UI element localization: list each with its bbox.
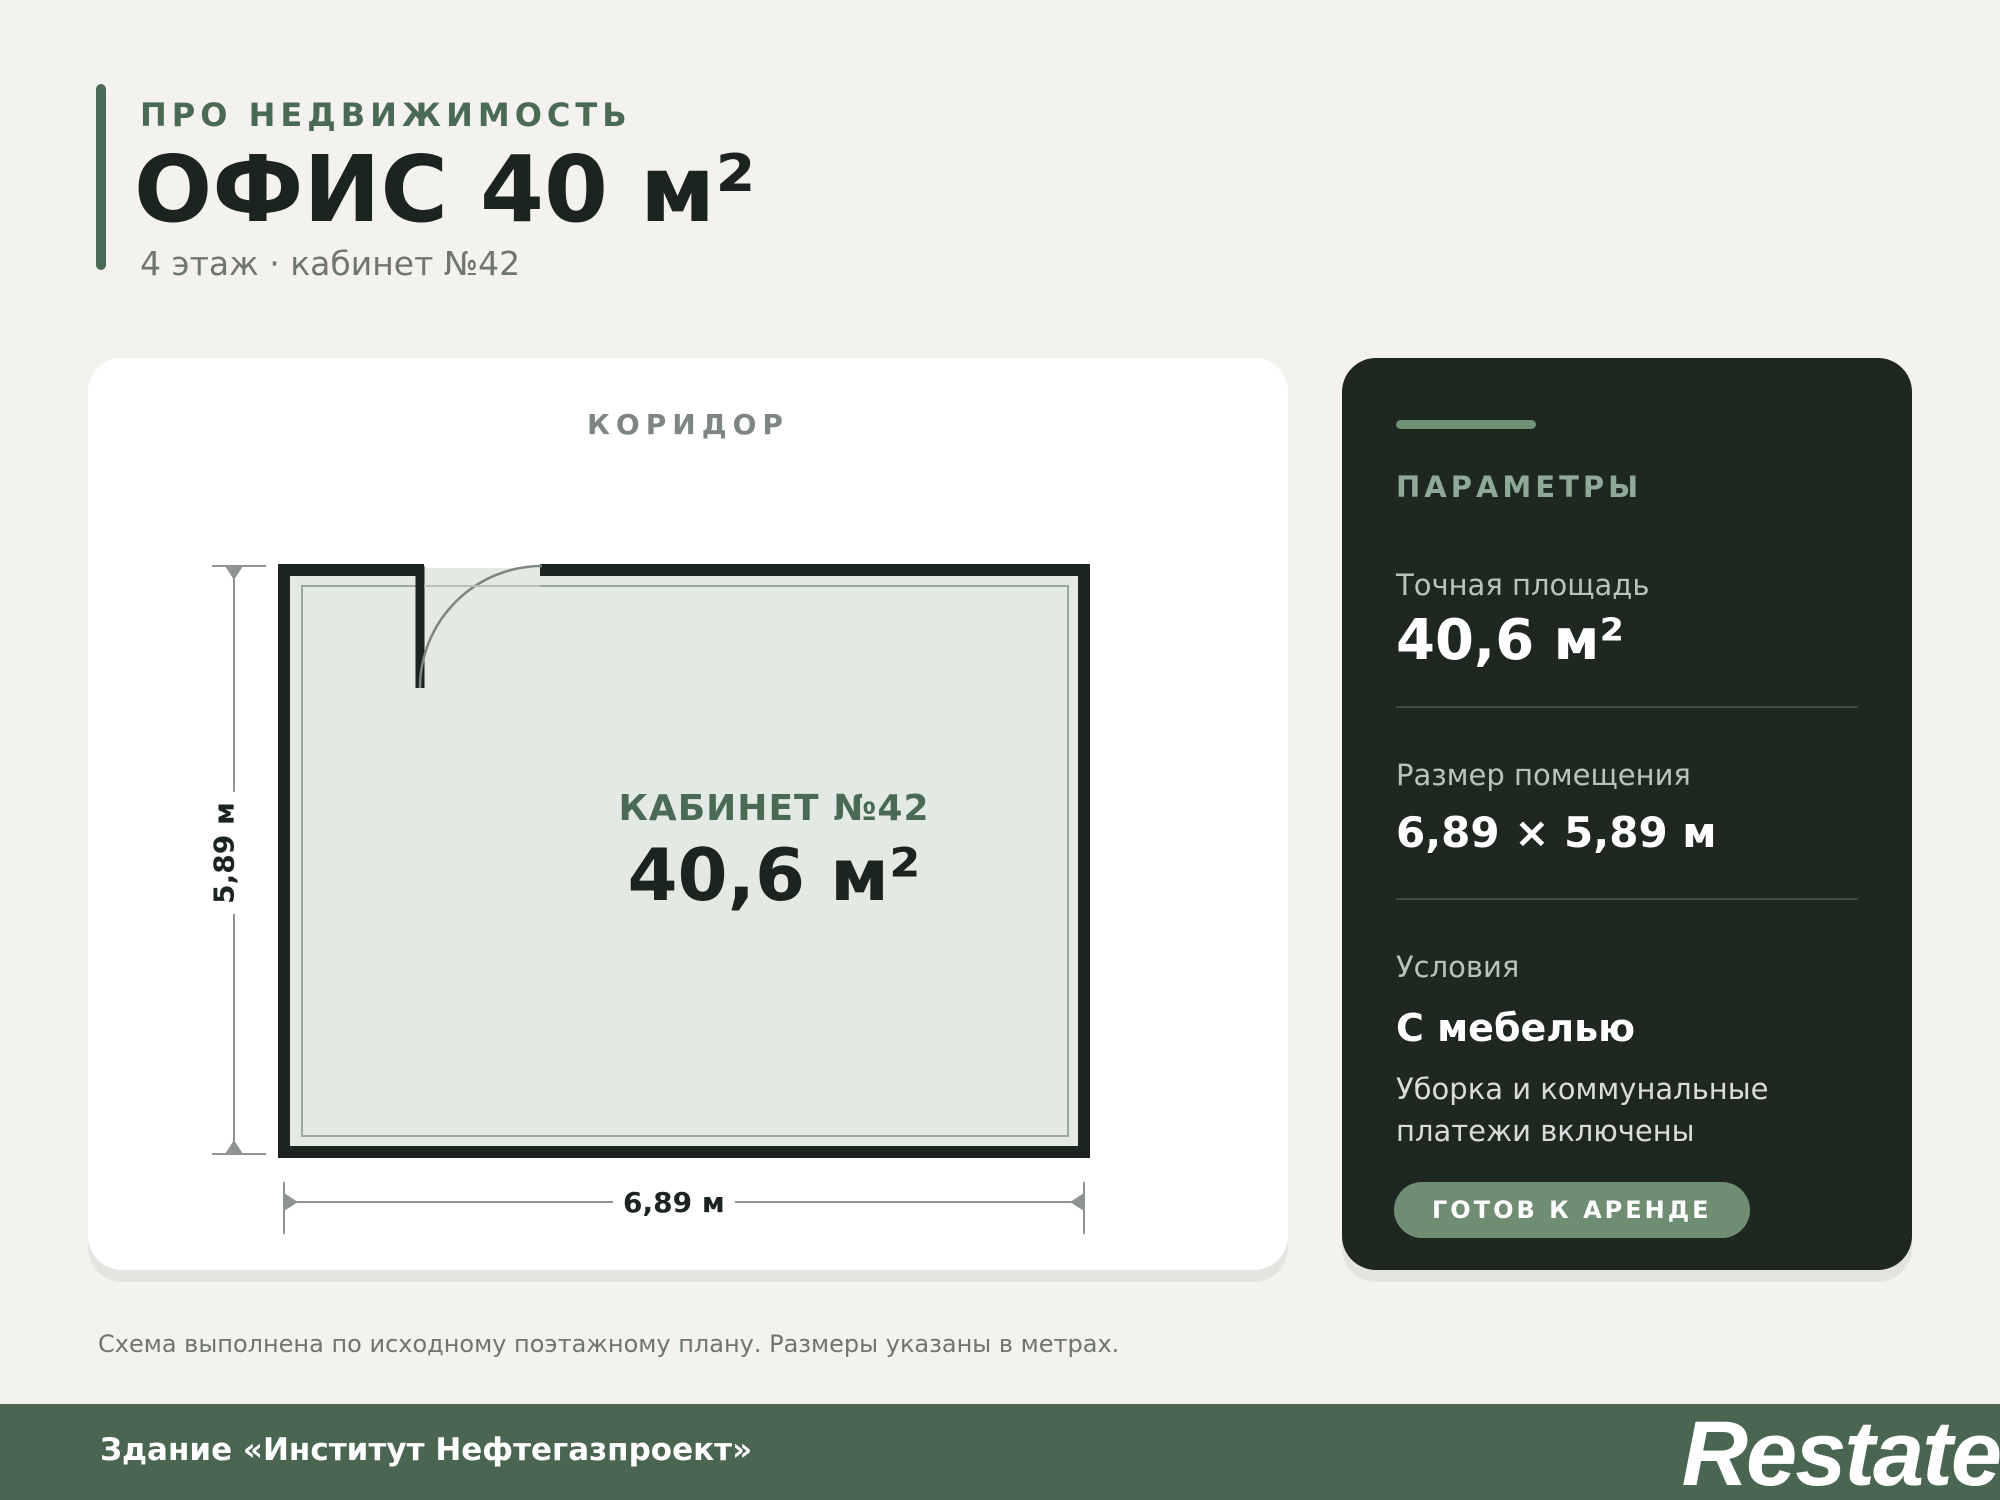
floor-plan-card: КОРИДОР КАБИНЕТ №42 40,6 м² [88,358,1288,1270]
terms-value: С мебелью [1396,1006,1636,1050]
page-title: ОФИС 40 м² [134,136,756,243]
size-label: Размер помещения [1396,758,1691,792]
brand-logo: Restate [1681,1403,2000,1500]
area-label: Точная площадь [1396,568,1650,602]
width-dimension-label: 6,89 м [613,1186,735,1219]
plan-footnote: Схема выполнена по исходному поэтажному … [98,1330,1120,1358]
status-badge: ГОТОВ К АРЕНДЕ [1394,1182,1750,1238]
terms-note: Уборка и коммунальные платежи включены [1396,1072,1769,1148]
size-value: 6,89 × 5,89 м [1396,808,1717,857]
width-dimension-arrow-left [284,1193,298,1211]
room-label-group: КАБИНЕТ №42 40,6 м² [278,788,1270,917]
header-eyebrow: ПРО НЕДВИЖИМОСТЬ [140,96,632,134]
area-value: 40,6 м² [1396,608,1624,673]
footer-building-name: Здание «Институт Нефтегазпроект» [100,1432,753,1468]
room-name: КАБИНЕТ №42 [618,788,930,829]
parameters-heading: ПАРАМЕТРЫ [1396,470,1643,504]
parameters-divider [1396,706,1858,708]
header-accent-bar [96,84,106,270]
page-subtitle: 4 этаж · кабинет №42 [140,244,521,283]
corridor-label: КОРИДОР [587,408,789,441]
width-dimension-arrow-right [1070,1193,1084,1211]
height-dimension-arrow-bottom [225,1140,243,1154]
height-dimension-label: 5,89 м [207,792,241,914]
terms-label: Условия [1396,950,1520,984]
parameters-divider [1396,898,1858,900]
parameters-panel: ПАРАМЕТРЫ Точная площадь 40,6 м² Размер … [1342,358,1912,1270]
room-area: 40,6 м² [627,833,921,917]
parameters-accent-bar [1396,420,1536,429]
footer-bar: Здание «Институт Нефтегазпроект» Restate [0,1404,2000,1500]
height-dimension-arrow-top [225,566,243,580]
